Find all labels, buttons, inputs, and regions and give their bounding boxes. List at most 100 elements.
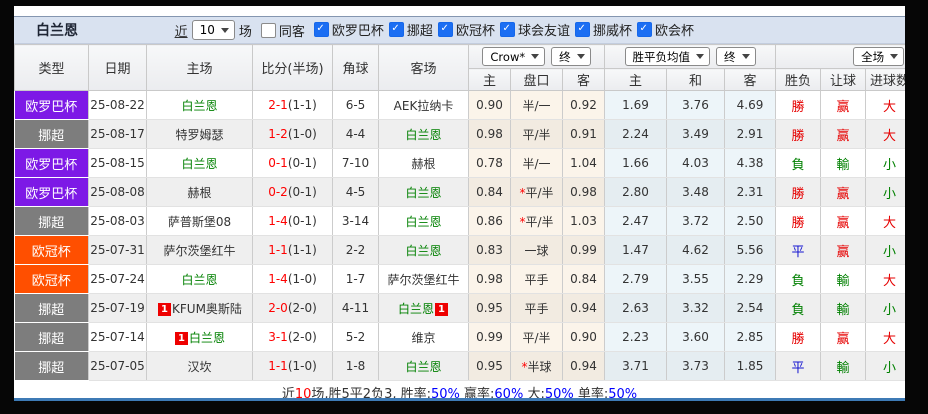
halftime-score: (1-1) bbox=[287, 98, 317, 112]
league-checkbox[interactable] bbox=[437, 21, 453, 37]
handicap-text: 平/半 bbox=[522, 127, 551, 142]
halftime-score: (0-1) bbox=[287, 156, 317, 170]
away-team-cell: 白兰恩 bbox=[378, 177, 469, 207]
league-filter: 球会友谊 bbox=[499, 20, 570, 39]
score-cell: 0-1(0-1) bbox=[252, 148, 333, 178]
away-odds-cell: 0.84 bbox=[562, 264, 606, 294]
away-team-cell: AEK拉纳卡 bbox=[378, 90, 469, 120]
handicap-cell: *半球 bbox=[510, 351, 563, 381]
corners-cell: 3-14 bbox=[332, 206, 379, 236]
away-team-cell: 白兰恩 1 bbox=[378, 293, 469, 323]
handicap-text: 平/半 bbox=[525, 185, 554, 200]
col-header-away: 客场 bbox=[378, 44, 469, 91]
red-card-badge: 1 bbox=[175, 331, 188, 345]
date-cell: 25-08-03 bbox=[88, 206, 147, 236]
home-team-name: 特罗姆瑟 bbox=[175, 127, 224, 142]
fulltime-score: 1-1 bbox=[268, 359, 288, 373]
date-cell: 25-08-22 bbox=[88, 90, 147, 120]
same-away-label: 同客 bbox=[278, 24, 305, 40]
content-panel: 白兰恩 近 10 场 同客 欧罗巴杯挪超欧冠杯球会友谊挪威杯欧会杯 类型 bbox=[14, 6, 905, 401]
match-tbody: 欧罗巴杯 25-08-22 白兰恩 2-1(1-1) 6-5 AEK拉纳卡 0.90 半/一 0… bbox=[14, 90, 905, 381]
away-odds-cell: 0.90 bbox=[562, 322, 606, 352]
outcome-cell: 勝 bbox=[775, 119, 822, 149]
date-cell: 25-07-19 bbox=[88, 293, 147, 323]
fulltime-score: 1-4 bbox=[268, 214, 288, 228]
matches-unit-label: 场 bbox=[238, 24, 252, 40]
away-team-cell: 白兰恩 bbox=[378, 206, 469, 236]
league-checkbox[interactable] bbox=[636, 21, 652, 37]
league-badge: 挪超 bbox=[14, 351, 89, 381]
bookmaker-state-select[interactable]: 终 bbox=[551, 47, 591, 66]
away-team-name: 白兰恩 bbox=[405, 243, 442, 258]
top-white-strip bbox=[14, 6, 905, 16]
bookmaker-state-value: 终 bbox=[559, 49, 571, 64]
handicap-text: 半/一 bbox=[522, 156, 551, 171]
avg-home-cell: 1.47 bbox=[604, 235, 668, 265]
avg-away-cell: 4.38 bbox=[724, 148, 777, 178]
away-team-name: AEK拉纳卡 bbox=[393, 98, 454, 113]
outcome-cell: 負 bbox=[775, 293, 822, 323]
avg-draw-cell: 3.72 bbox=[666, 206, 726, 236]
chevron-down-icon bbox=[220, 27, 229, 33]
league-badge: 欧罗巴杯 bbox=[14, 90, 89, 120]
corners-cell: 4-4 bbox=[332, 119, 379, 149]
handicap-result-cell: 赢 bbox=[820, 322, 867, 352]
avg-odds-select[interactable]: 胜平负均值 bbox=[624, 47, 711, 66]
table-row: 欧罗巴杯 25-08-08 赫根 0-2(0-1) 4-5 白兰恩 0.84 *平/半 0.98… bbox=[14, 177, 905, 207]
subcol-crow-home: 主 bbox=[468, 68, 511, 91]
home-odds-cell: 0.95 bbox=[468, 351, 511, 381]
avg-away-cell: 4.69 bbox=[724, 90, 777, 120]
bookmaker-select[interactable]: Crow* bbox=[482, 47, 546, 66]
date-cell: 25-08-08 bbox=[88, 177, 147, 207]
league-checkbox[interactable] bbox=[313, 21, 329, 37]
home-team-name: 汉坎 bbox=[187, 359, 212, 374]
avg-away-cell: 5.56 bbox=[724, 235, 777, 265]
league-checkbox[interactable] bbox=[499, 21, 515, 37]
league-checkbox[interactable] bbox=[388, 21, 404, 37]
subcol-handicap: 盘口 bbox=[510, 68, 563, 91]
date-cell: 25-07-14 bbox=[88, 322, 147, 352]
col-header-date: 日期 bbox=[88, 44, 147, 91]
league-badge: 挪超 bbox=[14, 119, 89, 149]
corners-cell: 1-8 bbox=[332, 351, 379, 381]
avg-away-cell: 1.85 bbox=[724, 351, 777, 381]
league-filter: 欧会杯 bbox=[636, 20, 694, 39]
table-row: 挪超 25-07-19 1 KFUM奥斯陆 2-0(2-0) 4-11 白兰恩 1 0.95 平手… bbox=[14, 293, 905, 323]
home-team-cell: 白兰恩 bbox=[146, 148, 253, 178]
league-label: 欧冠杯 bbox=[455, 23, 495, 39]
league-filter: 欧冠杯 bbox=[437, 20, 495, 39]
col-header-home: 主场 bbox=[146, 44, 253, 91]
red-card-badge: 1 bbox=[435, 302, 448, 316]
home-odds-cell: 0.83 bbox=[468, 235, 511, 265]
away-odds-cell: 0.92 bbox=[562, 90, 606, 120]
away-team-name: 白兰恩 bbox=[398, 301, 435, 316]
subcol-handicap-result: 让球 bbox=[820, 68, 867, 91]
league-checkbox[interactable] bbox=[574, 21, 590, 37]
recent-link[interactable]: 近 bbox=[175, 21, 188, 40]
halftime-score: (0-1) bbox=[287, 214, 317, 228]
goals-result-cell: 小 bbox=[865, 351, 905, 381]
handicap-text: 平/半 bbox=[522, 330, 551, 345]
recent-count-select[interactable]: 10 bbox=[191, 20, 235, 40]
league-badge: 欧冠杯 bbox=[14, 235, 89, 265]
away-team-name: 赫根 bbox=[411, 156, 436, 171]
corners-cell: 7-10 bbox=[332, 148, 379, 178]
same-away-checkbox[interactable] bbox=[260, 22, 276, 38]
home-odds-cell: 0.98 bbox=[468, 119, 511, 149]
avg-draw-cell: 3.32 bbox=[666, 293, 726, 323]
handicap-result-cell: 赢 bbox=[820, 177, 867, 207]
handicap-result-cell: 赢 bbox=[820, 90, 867, 120]
away-odds-cell: 1.04 bbox=[562, 148, 606, 178]
avg-home-cell: 2.80 bbox=[604, 177, 668, 207]
league-label: 挪威杯 bbox=[592, 23, 632, 39]
avg-odds-select-group: 胜平负均值 终 bbox=[604, 44, 777, 69]
avg-odds-state-select[interactable]: 终 bbox=[716, 47, 756, 66]
handicap-result-cell: 赢 bbox=[820, 119, 867, 149]
home-team-name: 白兰恩 bbox=[181, 272, 218, 287]
halftime-score: (1-1) bbox=[287, 243, 317, 257]
corners-cell: 4-5 bbox=[332, 177, 379, 207]
handicap-text: 平手 bbox=[524, 272, 549, 287]
outcome-cell: 勝 bbox=[775, 177, 822, 207]
scope-select[interactable]: 全场 bbox=[853, 47, 905, 66]
handicap-cell: *平/半 bbox=[510, 177, 563, 207]
